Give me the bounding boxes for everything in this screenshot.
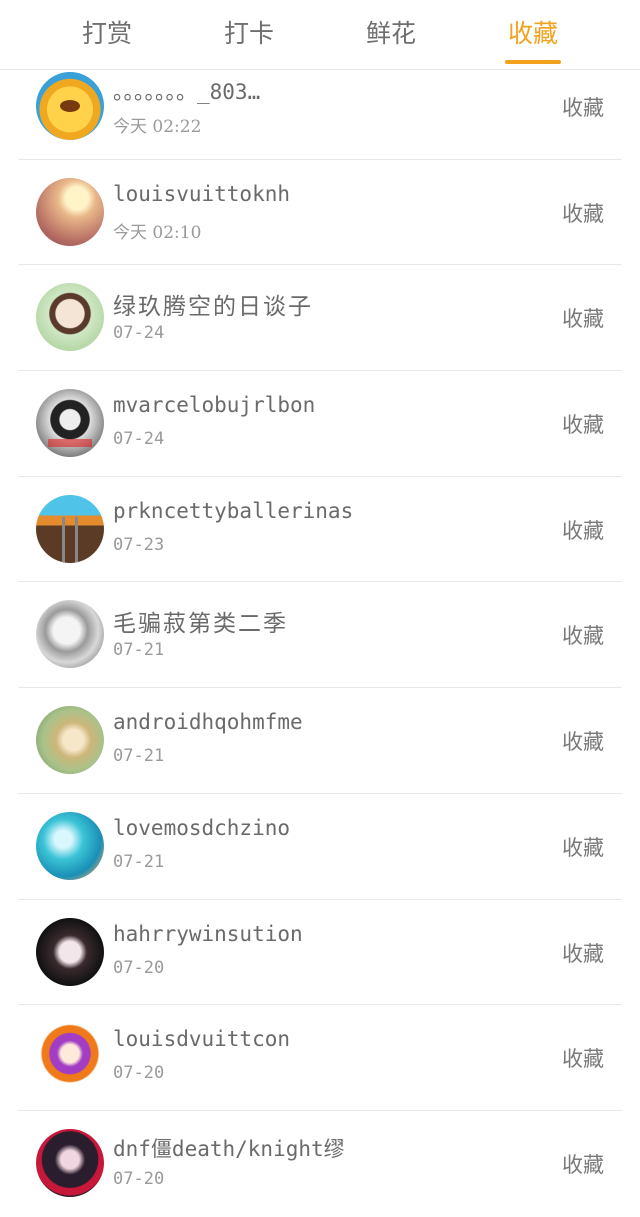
item-date: 07-24 xyxy=(113,429,165,450)
avatar[interactable] xyxy=(36,283,104,352)
item-date: 07-21 xyxy=(113,746,165,767)
favorite-label: 收藏 xyxy=(562,307,604,332)
favorite-label: 收藏 xyxy=(562,730,604,755)
list-item[interactable]: 。。。。。。。_803… 今天 02:22 收藏 xyxy=(0,54,640,160)
favorite-label: 收藏 xyxy=(562,941,604,966)
list-item[interactable]: prkncettyballerinas 07-23 收藏 xyxy=(0,477,640,583)
user-name: louisdvuittcon xyxy=(113,1027,291,1052)
avatar[interactable] xyxy=(36,1128,104,1197)
avatar[interactable] xyxy=(36,389,104,458)
user-name: androidhqohmfme xyxy=(113,710,303,735)
list-item[interactable]: 绿玖腾空的日谈子 07-24 收藏 xyxy=(0,265,640,372)
user-name: mvarcelobujrlbon xyxy=(113,393,316,418)
tab-flowers[interactable]: 鲜花 xyxy=(346,14,436,54)
favorite-label: 收藏 xyxy=(562,624,604,649)
item-date: 07-20 xyxy=(113,1063,165,1084)
user-name: lovemosdchzino xyxy=(113,815,291,840)
list-item[interactable]: lovemosdchzino 07-21 收藏 xyxy=(0,794,640,900)
avatar[interactable] xyxy=(36,72,104,140)
favorite-label: 收藏 xyxy=(562,518,604,543)
favorite-label: 收藏 xyxy=(562,835,604,860)
favorite-label: 收藏 xyxy=(562,201,604,226)
user-name: 毛骗菽第类二季 xyxy=(113,611,288,638)
list-item[interactable]: dnf僵death/knight缪 07-20 收藏 xyxy=(0,1111,640,1217)
avatar[interactable] xyxy=(36,811,104,880)
user-name: hahrrywinsution xyxy=(113,921,303,946)
avatar[interactable] xyxy=(36,494,104,563)
avatar[interactable] xyxy=(36,917,104,986)
favorite-label: 收藏 xyxy=(562,1047,604,1072)
list-item[interactable]: androidhqohmfme 07-21 收藏 xyxy=(0,688,640,794)
user-name: prkncettyballerinas xyxy=(113,498,354,523)
avatar[interactable] xyxy=(36,706,104,775)
item-date: 今天 02:10 xyxy=(113,222,202,243)
tab-reward[interactable]: 打赏 xyxy=(62,14,152,54)
item-date: 07-20 xyxy=(113,1168,165,1189)
list-item[interactable]: louisvuittoknh 今天 02:10 收藏 xyxy=(0,160,640,266)
favorites-list: 。。。。。。。_803… 今天 02:22 收藏 louisvuittoknh … xyxy=(0,54,640,1217)
avatar[interactable] xyxy=(36,1023,104,1092)
favorite-label: 收藏 xyxy=(562,413,604,438)
item-date: 07-20 xyxy=(113,957,165,978)
list-item[interactable]: 毛骗菽第类二季 07-21 收藏 xyxy=(0,582,640,689)
avatar[interactable] xyxy=(36,600,104,669)
tab-favorites[interactable]: 收藏 xyxy=(488,14,578,54)
list-item[interactable]: hahrrywinsution 07-20 收藏 xyxy=(0,900,640,1006)
item-date: 今天 02:22 xyxy=(113,117,202,137)
user-name: dnf僵death/knight缪 xyxy=(113,1136,345,1161)
favorite-label: 收藏 xyxy=(562,96,604,120)
item-date: 07-23 xyxy=(113,534,165,555)
item-date: 07-21 xyxy=(113,851,165,872)
favorite-label: 收藏 xyxy=(562,1152,604,1177)
item-date: 07-24 xyxy=(113,323,165,344)
item-date: 07-21 xyxy=(113,640,165,661)
tab-checkin[interactable]: 打卡 xyxy=(204,14,294,54)
user-name: 。。。。。。。_803… xyxy=(113,80,261,104)
list-item[interactable]: louisdvuittcon 07-20 收藏 xyxy=(0,1005,640,1111)
list-item[interactable]: mvarcelobujrlbon 07-24 收藏 xyxy=(0,371,640,477)
user-name: 绿玖腾空的日谈子 xyxy=(113,294,313,321)
avatar[interactable] xyxy=(36,177,104,246)
user-name: louisvuittoknh xyxy=(113,181,291,206)
